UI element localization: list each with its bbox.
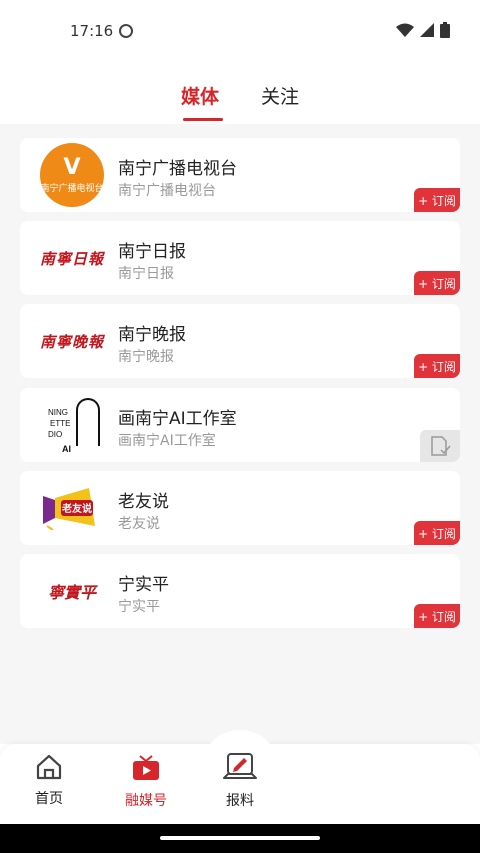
nav-report[interactable]: 报料 (200, 730, 280, 812)
battery-icon (440, 22, 450, 38)
ai-studio-logo: NING ETTE DIO AI (40, 394, 104, 456)
notification-icon (119, 24, 133, 38)
media-card-nanning-tv[interactable]: V 南宁广播电视台 南宁广播电视台 南宁广播电视台 + 订阅 (20, 138, 460, 212)
media-title: 宁实平 (118, 575, 169, 595)
nanning-daily-logo: 南寧日報 (40, 249, 105, 268)
media-subtitle: 南宁晚报 (118, 349, 174, 365)
media-card-nanning-evening[interactable]: 南寧晚報 南宁晚报 南宁晚报 + 订阅 (20, 304, 460, 378)
nanning-evening-logo: 南寧晚報 (40, 332, 105, 351)
nav-label: 报料 (226, 793, 254, 809)
media-title: 南宁日报 (118, 242, 186, 262)
status-icons (396, 22, 450, 38)
nav-label: 首页 (35, 791, 63, 807)
media-title: 南宁广播电视台 (118, 159, 237, 179)
media-logo: 南寧日報 (40, 227, 104, 289)
media-title: 南宁晚报 (118, 325, 186, 345)
status-bar: 17:16 (0, 0, 480, 64)
media-card-ningshiping[interactable]: 寧實平 宁实平 宁实平 + 订阅 (20, 554, 460, 628)
media-subtitle: 宁实平 (118, 599, 160, 615)
tab-follow[interactable]: 关注 (261, 82, 299, 109)
media-logo: 寧實平 (40, 560, 104, 622)
megaphone-logo: 老友说 (43, 488, 95, 530)
media-logo: 南寧晚報 (40, 310, 104, 372)
tv-station-logo: V 南宁广播电视台 (40, 143, 104, 207)
media-card-laoyoushuo[interactable]: 老友说 老友说 老友说 + 订阅 (20, 471, 460, 545)
ningshiping-logo: 寧實平 (47, 583, 96, 602)
subscribe-button[interactable]: + 订阅 (414, 188, 460, 212)
media-list: V 南宁广播电视台 南宁广播电视台 南宁广播电视台 + 订阅 南寧日報 南宁日报… (0, 124, 480, 744)
subscribe-button[interactable]: + 订阅 (414, 354, 460, 378)
nav-home[interactable]: 首页 (9, 754, 89, 808)
media-logo: 老友说 (40, 477, 104, 539)
status-time: 17:16 (70, 22, 114, 40)
tab-media[interactable]: 媒体 (181, 82, 219, 109)
nav-rongmeihao[interactable]: 融媒号 (106, 754, 186, 810)
subscribe-button[interactable]: + 订阅 (414, 271, 460, 295)
report-edit-icon (223, 753, 257, 779)
subscribe-button[interactable]: + 订阅 (414, 521, 460, 545)
media-subtitle: 画南宁AI工作室 (118, 433, 216, 449)
media-card-nanning-daily[interactable]: 南寧日報 南宁日报 南宁日报 + 订阅 (20, 221, 460, 295)
top-tabs: 媒体 关注 (0, 64, 480, 124)
tv-icon (133, 755, 159, 780)
media-title: 老友说 (118, 492, 169, 512)
active-tab-indicator (183, 118, 223, 121)
svg-text:老友说: 老友说 (61, 502, 92, 515)
media-title: 画南宁AI工作室 (118, 409, 237, 429)
media-logo: NING ETTE DIO AI (40, 394, 104, 456)
media-logo: V 南宁广播电视台 (40, 143, 104, 207)
subscribed-check-icon (431, 436, 451, 456)
signal-icon (420, 23, 434, 37)
media-subtitle: 老友说 (118, 516, 160, 532)
home-icon (36, 754, 62, 780)
media-card-ai-studio[interactable]: NING ETTE DIO AI 画南宁AI工作室 画南宁AI工作室 (20, 388, 460, 462)
subscribe-button[interactable]: + 订阅 (414, 604, 460, 628)
media-subtitle: 南宁日报 (118, 266, 174, 282)
wifi-icon (396, 23, 414, 37)
subscribed-button[interactable] (420, 430, 460, 462)
home-indicator[interactable] (160, 836, 320, 840)
media-subtitle: 南宁广播电视台 (118, 183, 216, 199)
gesture-bar (0, 824, 480, 853)
nav-label: 融媒号 (125, 793, 167, 809)
